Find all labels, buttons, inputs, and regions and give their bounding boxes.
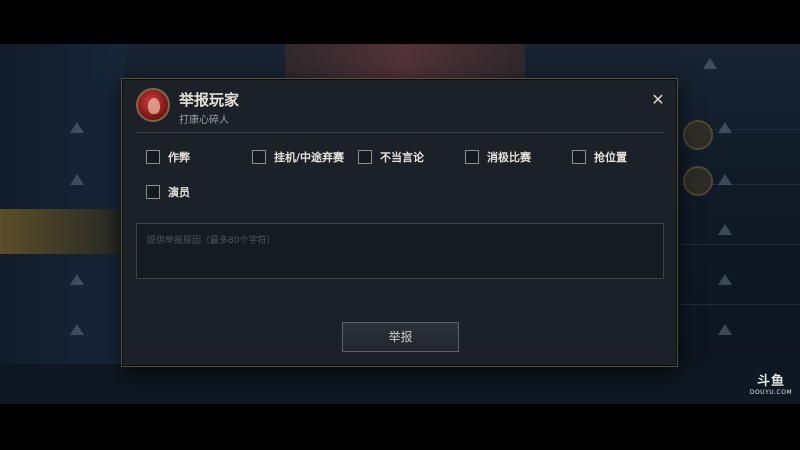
checkbox[interactable] [572,150,586,164]
option-afk-quit[interactable]: 挂机/中途弃赛 [252,147,344,167]
letterbox-top [0,0,800,44]
background-row [680,204,800,245]
header-divider [136,132,665,133]
background-rank-icon [718,324,732,335]
player-avatar [136,88,170,122]
background-rank-icon [718,224,732,235]
watermark-domain-text: DOUYU.COM [749,389,793,396]
report-reason-input[interactable] [136,223,664,279]
option-label: 抢位置 [594,151,627,164]
checkbox[interactable] [146,185,160,199]
dialog-title: 举报玩家 [179,91,240,109]
background-rank-icon [70,274,84,285]
option-label: 消极比赛 [487,151,531,164]
checkbox[interactable] [358,150,372,164]
background-medal-icon [683,166,713,196]
background-rank-icon [718,122,732,133]
report-player-dialog: 举报玩家 打康心碎人 ✕ 作弊 挂机/中途弃赛 不当言论 消极比赛 抢位置 演员… [121,78,678,367]
background-rank-icon [70,324,84,335]
option-label: 演员 [168,186,190,199]
checkbox[interactable] [146,150,160,164]
background-medal-icon [683,120,713,150]
background-row [680,264,800,305]
option-label: 挂机/中途弃赛 [274,151,345,164]
reported-player-name: 打康心碎人 [179,115,229,126]
background-rank-icon [718,174,732,185]
option-label: 不当言论 [380,151,424,164]
letterbox-bottom [0,404,800,450]
option-throwing[interactable]: 演员 [146,182,190,202]
checkbox[interactable] [465,150,479,164]
background-rank-icon [70,174,84,185]
checkbox[interactable] [252,150,266,164]
report-button[interactable]: 举报 [342,322,459,352]
background-rank-icon [70,122,84,133]
option-negative-play[interactable]: 消极比赛 [465,147,531,167]
watermark-logo-text: 斗鱼 [756,374,785,389]
background-bottom-bar [0,364,800,404]
background-rank-icon [703,58,717,69]
option-position-stealing[interactable]: 抢位置 [572,147,627,167]
option-cheating[interactable]: 作弊 [146,147,190,167]
close-icon[interactable]: ✕ [649,91,667,109]
douyu-watermark: 斗鱼 DOUYU.COM [748,370,794,396]
background-rank-icon [718,274,732,285]
background-top-banner [285,44,525,78]
option-inappropriate-speech[interactable]: 不当言论 [358,147,424,167]
option-label: 作弊 [168,151,190,164]
dialog-header: 举报玩家 打康心碎人 ✕ [122,79,677,133]
background-highlight-strip [0,209,120,254]
